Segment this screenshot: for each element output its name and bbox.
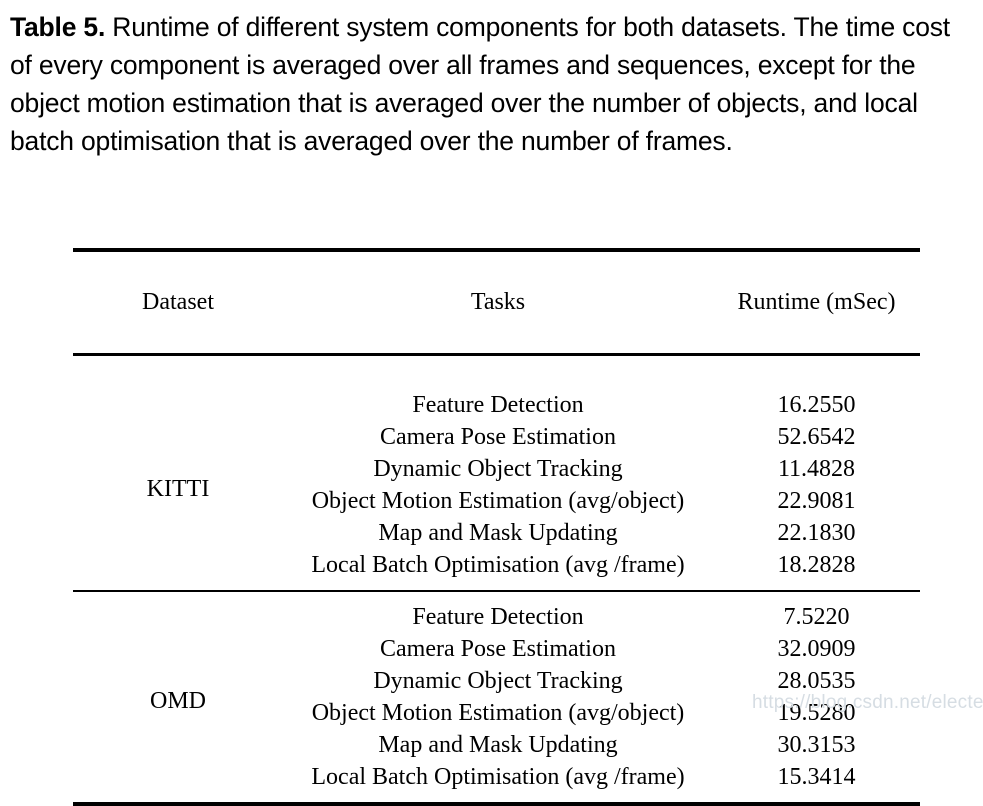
- task-cell: Local Batch Optimisation (avg /frame): [311, 551, 685, 578]
- header-dataset: Dataset: [142, 288, 214, 315]
- table-row: KITTI Feature Detection 16.2550: [73, 380, 920, 503]
- task-cell: Object Motion Estimation (avg/object): [311, 487, 685, 514]
- task-cell: Feature Detection: [412, 603, 584, 630]
- table-caption: Table 5. Runtime of different system com…: [10, 8, 978, 160]
- runtime-cell: 16.2550: [777, 391, 856, 418]
- runtime-cell: 22.1830: [777, 519, 856, 546]
- task-cell: Feature Detection: [412, 391, 584, 418]
- runtime-cell: 19.5280: [777, 699, 856, 726]
- table-section-omd: OMD Feature Detection 7.5220 Camera Pose…: [73, 592, 920, 802]
- task-cell: Camera Pose Estimation: [380, 635, 616, 662]
- rule-head-row: [73, 328, 920, 380]
- table-head: Dataset Tasks Runtime (mSec): [73, 224, 920, 380]
- table-section-kitti: KITTI Feature Detection 16.2550 Camera P…: [73, 380, 920, 590]
- task-cell: Local Batch Optimisation (avg /frame): [311, 763, 685, 790]
- rule-header: [73, 328, 920, 380]
- dataset-label-kitti: KITTI: [146, 476, 210, 502]
- header-runtime: Runtime (mSec): [737, 288, 896, 315]
- runtime-cell: 11.4828: [777, 455, 856, 482]
- task-cell: Dynamic Object Tracking: [373, 667, 623, 694]
- task-cell: Object Motion Estimation (avg/object): [311, 699, 685, 726]
- runtime-cell: 22.9081: [777, 487, 856, 514]
- runtime-cell: 30.3153: [777, 731, 856, 758]
- runtime-cell: 28.0535: [777, 667, 856, 694]
- runtime-cell: 15.3414: [777, 763, 856, 790]
- table-foot: [73, 802, 920, 806]
- runtime-cell: 18.2828: [777, 551, 856, 578]
- caption-label: Table 5.: [10, 12, 106, 42]
- header-tasks: Tasks: [470, 288, 526, 315]
- rule-bottom: [73, 802, 920, 806]
- table-header-row: Dataset Tasks Runtime (mSec): [73, 276, 920, 328]
- caption-text: Runtime of different system components f…: [10, 12, 950, 156]
- rule-top-row: [73, 224, 920, 276]
- table-row: OMD Feature Detection 7.5220: [73, 592, 920, 715]
- task-cell: Camera Pose Estimation: [380, 423, 616, 450]
- runtime-cell: 32.0909: [777, 635, 856, 662]
- dataset-label-omd: OMD: [149, 688, 206, 714]
- runtime-cell: 52.6542: [777, 423, 856, 450]
- task-cell: Map and Mask Updating: [378, 519, 618, 546]
- rule-top: [73, 224, 920, 276]
- runtime-table: Dataset Tasks Runtime (mSec) KITTI Featu…: [73, 224, 920, 806]
- runtime-cell: 7.5220: [783, 603, 850, 630]
- runtime-table-container: Dataset Tasks Runtime (mSec) KITTI Featu…: [73, 224, 920, 806]
- task-cell: Dynamic Object Tracking: [373, 455, 623, 482]
- rule-bottom-row: [73, 802, 920, 806]
- task-cell: Map and Mask Updating: [378, 731, 618, 758]
